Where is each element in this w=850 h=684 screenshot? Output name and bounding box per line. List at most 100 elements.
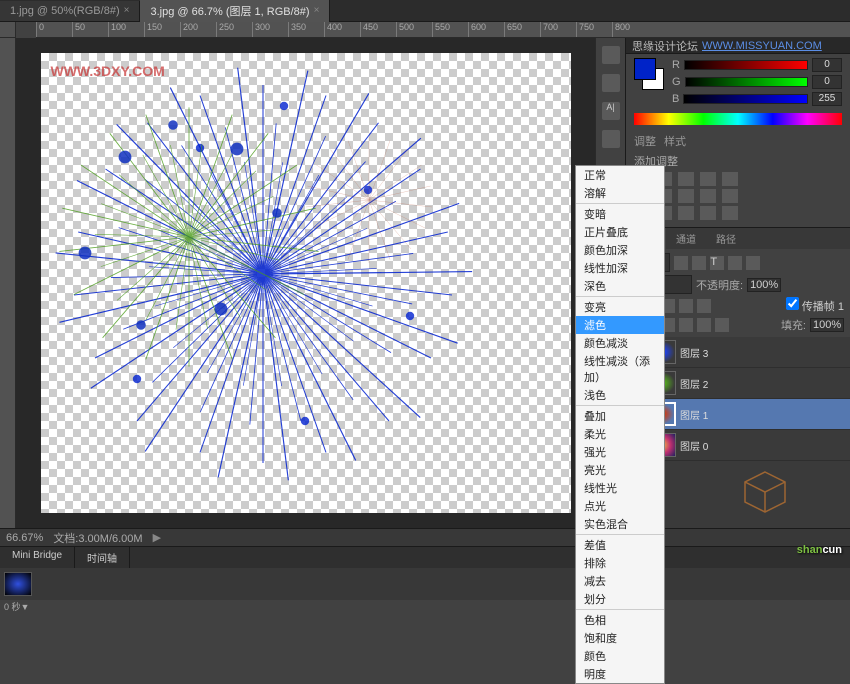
blend-option[interactable]: 颜色加深 bbox=[576, 241, 664, 259]
firework-red bbox=[269, 100, 469, 300]
b-slider[interactable] bbox=[683, 94, 808, 104]
blend-option[interactable]: 溶解 bbox=[576, 184, 664, 202]
lock-all-icon[interactable] bbox=[715, 318, 729, 332]
canvas-area: WWW.3DXY.COM bbox=[16, 38, 595, 528]
blend-option[interactable]: 深色 bbox=[576, 277, 664, 295]
opacity-label: 不透明度: bbox=[696, 277, 743, 293]
bottom-panel-tabs: Mini Bridge 时间轴 bbox=[0, 546, 850, 568]
r-value[interactable]: 0 bbox=[812, 58, 842, 72]
hue-strip[interactable] bbox=[634, 113, 842, 125]
g-value[interactable]: 0 bbox=[812, 75, 842, 89]
close-icon[interactable]: × bbox=[314, 5, 320, 16]
paragraph-icon[interactable] bbox=[602, 130, 620, 148]
b-label: B bbox=[672, 93, 679, 105]
watermark-logo: shancun bbox=[797, 533, 842, 559]
forum-link[interactable]: WWW.MISSYUAN.COM bbox=[702, 40, 822, 52]
curves-icon[interactable] bbox=[678, 172, 694, 186]
blend-option[interactable]: 浅色 bbox=[576, 386, 664, 404]
forum-header: 思缘设计论坛 WWW.MISSYUAN.COM bbox=[626, 38, 850, 54]
blend-option[interactable]: 减去 bbox=[576, 572, 664, 590]
blend-option[interactable]: 划分 bbox=[576, 590, 664, 608]
propagate-checkbox[interactable] bbox=[786, 297, 799, 310]
b-value[interactable]: 255 bbox=[812, 92, 842, 106]
tab-channels[interactable]: 通道 bbox=[666, 228, 706, 249]
tab-adjustments[interactable]: 调整 bbox=[634, 133, 656, 149]
exposure-icon[interactable] bbox=[700, 172, 716, 186]
blend-option[interactable]: 点光 bbox=[576, 497, 664, 515]
blend-option[interactable]: 正常 bbox=[576, 166, 664, 184]
threshold-icon[interactable] bbox=[678, 206, 694, 220]
add-adjustment-label: 添加调整 bbox=[634, 153, 842, 169]
filter-pixel-icon[interactable] bbox=[674, 256, 688, 270]
zoom-level[interactable]: 66.67% bbox=[6, 532, 43, 544]
blend-option[interactable]: 饱和度 bbox=[576, 629, 664, 647]
blend-option[interactable]: 变暗 bbox=[576, 205, 664, 223]
blend-option-selected[interactable]: 滤色 bbox=[576, 316, 664, 334]
propagate-label: 传播帧 1 bbox=[802, 301, 844, 313]
tab-mini-bridge[interactable]: Mini Bridge bbox=[0, 547, 75, 568]
tab-doc-1[interactable]: 1.jpg @ 50%(RGB/8#)× bbox=[0, 1, 140, 21]
blend-mode-dropdown: 正常 溶解 变暗 正片叠底 颜色加深 线性加深 深色 变亮 滤色 颜色减淡 线性… bbox=[575, 165, 665, 684]
actions-icon[interactable] bbox=[602, 74, 620, 92]
frame-thumbnail[interactable] bbox=[4, 572, 32, 596]
status-bar: 66.67% 文档:3.00M/6.00M ▶ bbox=[0, 528, 850, 546]
tab-styles[interactable]: 样式 bbox=[664, 133, 686, 149]
blend-option[interactable]: 颜色减淡 bbox=[576, 334, 664, 352]
lock-pos-icon[interactable] bbox=[697, 318, 711, 332]
g-slider[interactable] bbox=[685, 77, 808, 87]
blend-option[interactable]: 明度 bbox=[576, 665, 664, 683]
vibrance-icon[interactable] bbox=[722, 172, 738, 186]
r-label: R bbox=[672, 59, 680, 71]
blend-option[interactable]: 强光 bbox=[576, 443, 664, 461]
layer-name: 图层 3 bbox=[680, 345, 708, 360]
r-slider[interactable] bbox=[684, 60, 808, 70]
blend-option[interactable]: 实色混合 bbox=[576, 515, 664, 533]
channel-mixer-icon[interactable] bbox=[700, 189, 716, 203]
blend-option[interactable]: 颜色 bbox=[576, 647, 664, 665]
logo-cube-icon bbox=[740, 467, 790, 517]
blend-option[interactable]: 柔光 bbox=[576, 425, 664, 443]
blend-option[interactable]: 线性光 bbox=[576, 479, 664, 497]
close-icon[interactable]: × bbox=[124, 5, 130, 16]
ruler-vertical[interactable] bbox=[0, 38, 16, 528]
filter-adjust-icon[interactable] bbox=[692, 256, 706, 270]
blend-option[interactable]: 叠加 bbox=[576, 407, 664, 425]
tab-paths[interactable]: 路径 bbox=[706, 228, 746, 249]
blend-option[interactable]: 线性减淡（添加） bbox=[576, 352, 664, 386]
blend-option[interactable]: 差值 bbox=[576, 536, 664, 554]
canvas[interactable]: WWW.3DXY.COM bbox=[41, 53, 571, 513]
ruler-horizontal[interactable]: 0501001502002503003504004505005506006507… bbox=[36, 22, 850, 38]
tab-timeline[interactable]: 时间轴 bbox=[75, 547, 130, 568]
selective-color-icon[interactable] bbox=[722, 206, 738, 220]
filter-type-icon[interactable]: T bbox=[710, 256, 724, 270]
layer-name: 图层 2 bbox=[680, 376, 708, 391]
blend-option[interactable]: 变亮 bbox=[576, 298, 664, 316]
blend-option[interactable]: 线性加深 bbox=[576, 259, 664, 277]
layer-name: 图层 0 bbox=[680, 438, 708, 453]
gradient-map-icon[interactable] bbox=[700, 206, 716, 220]
lock-pixels-icon[interactable] bbox=[679, 318, 693, 332]
photo-filter-icon[interactable] bbox=[678, 189, 694, 203]
layer-name: 图层 1 bbox=[680, 407, 708, 422]
blend-option[interactable]: 色相 bbox=[576, 611, 664, 629]
foreground-color[interactable] bbox=[634, 58, 656, 80]
doc-size: 文档:3.00M/6.00M bbox=[53, 530, 142, 546]
frame-duration[interactable]: 0 秒▼ bbox=[4, 600, 850, 613]
fill-label: 填充: bbox=[781, 317, 806, 333]
opacity-value[interactable]: 100% bbox=[747, 278, 781, 292]
color-panel: R 0 G 0 B 255 bbox=[626, 54, 850, 129]
blend-option[interactable]: 排除 bbox=[576, 554, 664, 572]
tab-doc-2[interactable]: 3.jpg @ 66.7% (图层 1, RGB/8#)× bbox=[140, 0, 330, 23]
g-label: G bbox=[672, 76, 681, 88]
fill-value[interactable]: 100% bbox=[810, 318, 844, 332]
unify-style-icon[interactable] bbox=[697, 299, 711, 313]
history-icon[interactable] bbox=[602, 46, 620, 64]
character-icon[interactable]: A| bbox=[602, 102, 620, 120]
filter-smart-icon[interactable] bbox=[746, 256, 760, 270]
document-tabs: 1.jpg @ 50%(RGB/8#)× 3.jpg @ 66.7% (图层 1… bbox=[0, 0, 850, 22]
unify-vis-icon[interactable] bbox=[679, 299, 693, 313]
blend-option[interactable]: 正片叠底 bbox=[576, 223, 664, 241]
filter-shape-icon[interactable] bbox=[728, 256, 742, 270]
blend-option[interactable]: 亮光 bbox=[576, 461, 664, 479]
lookup-icon[interactable] bbox=[722, 189, 738, 203]
